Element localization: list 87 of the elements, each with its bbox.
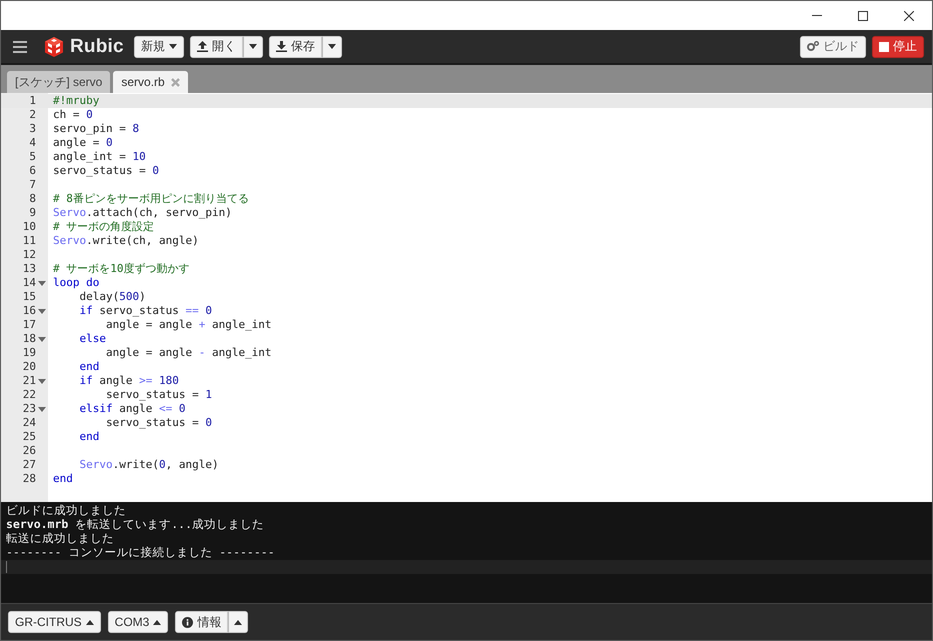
cube-icon <box>43 36 65 58</box>
line-number: 18 <box>22 332 36 346</box>
upload-icon <box>196 41 208 52</box>
app-name: Rubic <box>70 36 124 58</box>
dropdown-button[interactable] <box>228 611 248 633</box>
line-number: 19 <box>22 346 36 360</box>
line-number: 8 <box>28 192 36 206</box>
line-number: 2 <box>28 108 36 122</box>
code-line: servo_pin = 8 <box>52 122 140 136</box>
line-number: 10 <box>22 220 36 234</box>
line-number: 5 <box>28 150 36 164</box>
code-line: delay(500) <box>78 290 146 304</box>
line-number: 23 <box>22 402 36 416</box>
console-line: -------- コンソールに接続しました -------- <box>5 545 276 559</box>
line-number: 20 <box>22 360 36 374</box>
tab[interactable]: [スケッチ] servo <box>7 71 110 93</box>
toolbar-button[interactable]: 開く <box>190 36 243 58</box>
line-number: 6 <box>28 164 36 178</box>
console-input[interactable] <box>1 560 932 574</box>
line-number: 7 <box>28 178 36 192</box>
code-line: Servo.write(0, angle) <box>78 458 219 472</box>
info-icon <box>182 616 194 628</box>
line-number: 15 <box>22 290 36 304</box>
stop-button[interactable]: 停止 <box>872 36 924 58</box>
dropdown-button[interactable] <box>242 36 263 58</box>
line-number: 24 <box>22 416 36 430</box>
code-line: servo_status = 0 <box>52 164 159 178</box>
line-number: 11 <box>22 234 36 248</box>
code-line: loop do <box>52 276 100 290</box>
code-line: else <box>78 332 106 346</box>
line-number: 9 <box>28 206 36 220</box>
caret-icon <box>248 44 257 49</box>
code-line: Servo.write(ch, angle) <box>52 234 199 248</box>
code-line: end <box>78 360 100 374</box>
code-line: end <box>52 472 73 486</box>
code-line: ch = 0 <box>52 108 93 122</box>
line-number: 21 <box>22 374 36 388</box>
stop-icon <box>879 42 889 52</box>
info-button[interactable]: 情報 <box>175 611 228 633</box>
code-line: Servo.attach(ch, servo_pin) <box>52 206 232 220</box>
menu-icon[interactable] <box>13 40 27 52</box>
line-number: 13 <box>22 262 36 276</box>
console-line: ビルドに成功しました <box>5 503 127 517</box>
line-number: 22 <box>22 388 36 402</box>
line-number: 25 <box>22 430 36 444</box>
download-icon <box>276 41 287 52</box>
toolbar-button[interactable]: 保存 <box>268 36 322 58</box>
code-line: angle = angle + angle_int <box>104 318 272 332</box>
code-line: # サーボの角度設定 <box>52 220 154 234</box>
console-line: 転送に成功しました <box>5 531 115 545</box>
code-line: servo_status = 0 <box>104 416 212 430</box>
close-icon[interactable] <box>904 10 914 20</box>
line-number: 28 <box>22 472 36 486</box>
caret-icon <box>153 620 162 624</box>
maximize-icon[interactable] <box>858 10 868 20</box>
line-number: 17 <box>22 318 36 332</box>
line-number: 4 <box>28 136 36 150</box>
port-button[interactable]: COM3 <box>108 611 168 633</box>
code-line: elsif angle <= 0 <box>78 402 186 416</box>
toolbar-button[interactable]: 新規 <box>134 36 184 58</box>
caret-icon <box>86 620 94 624</box>
code-line: angle = angle - angle_int <box>104 346 272 360</box>
tab[interactable]: servo.rb <box>113 71 188 93</box>
board-button[interactable]: GR-CITRUS <box>8 611 101 633</box>
code-line: #!mruby <box>52 94 100 108</box>
code-line: # 8番ピンをサーボ用ピンに割り当てる <box>52 192 249 206</box>
gears-icon <box>807 41 819 52</box>
code-line: angle_int = 10 <box>52 150 146 164</box>
line-number: 27 <box>22 458 36 472</box>
dropdown-button[interactable] <box>322 36 342 58</box>
code-line: servo_status = 1 <box>104 388 212 402</box>
line-number: 14 <box>22 276 36 290</box>
line-number: 1 <box>28 94 36 108</box>
line-number: 26 <box>22 444 36 458</box>
caret-icon <box>168 44 177 49</box>
code-line: end <box>78 430 100 444</box>
line-number: 12 <box>22 248 36 262</box>
console-line: servo.mrb を転送しています...成功しました <box>5 517 266 531</box>
code-line: if servo_status == 0 <box>78 304 212 318</box>
code-line: if angle >= 180 <box>78 374 179 388</box>
caret-icon <box>328 44 336 49</box>
caret-icon <box>234 620 242 624</box>
line-number: 16 <box>22 304 36 318</box>
code-line: angle = 0 <box>52 136 113 150</box>
build-button[interactable]: ビルド <box>800 36 866 58</box>
line-number: 3 <box>28 122 36 136</box>
code-line: # サーボを10度ずつ動かす <box>52 262 190 276</box>
